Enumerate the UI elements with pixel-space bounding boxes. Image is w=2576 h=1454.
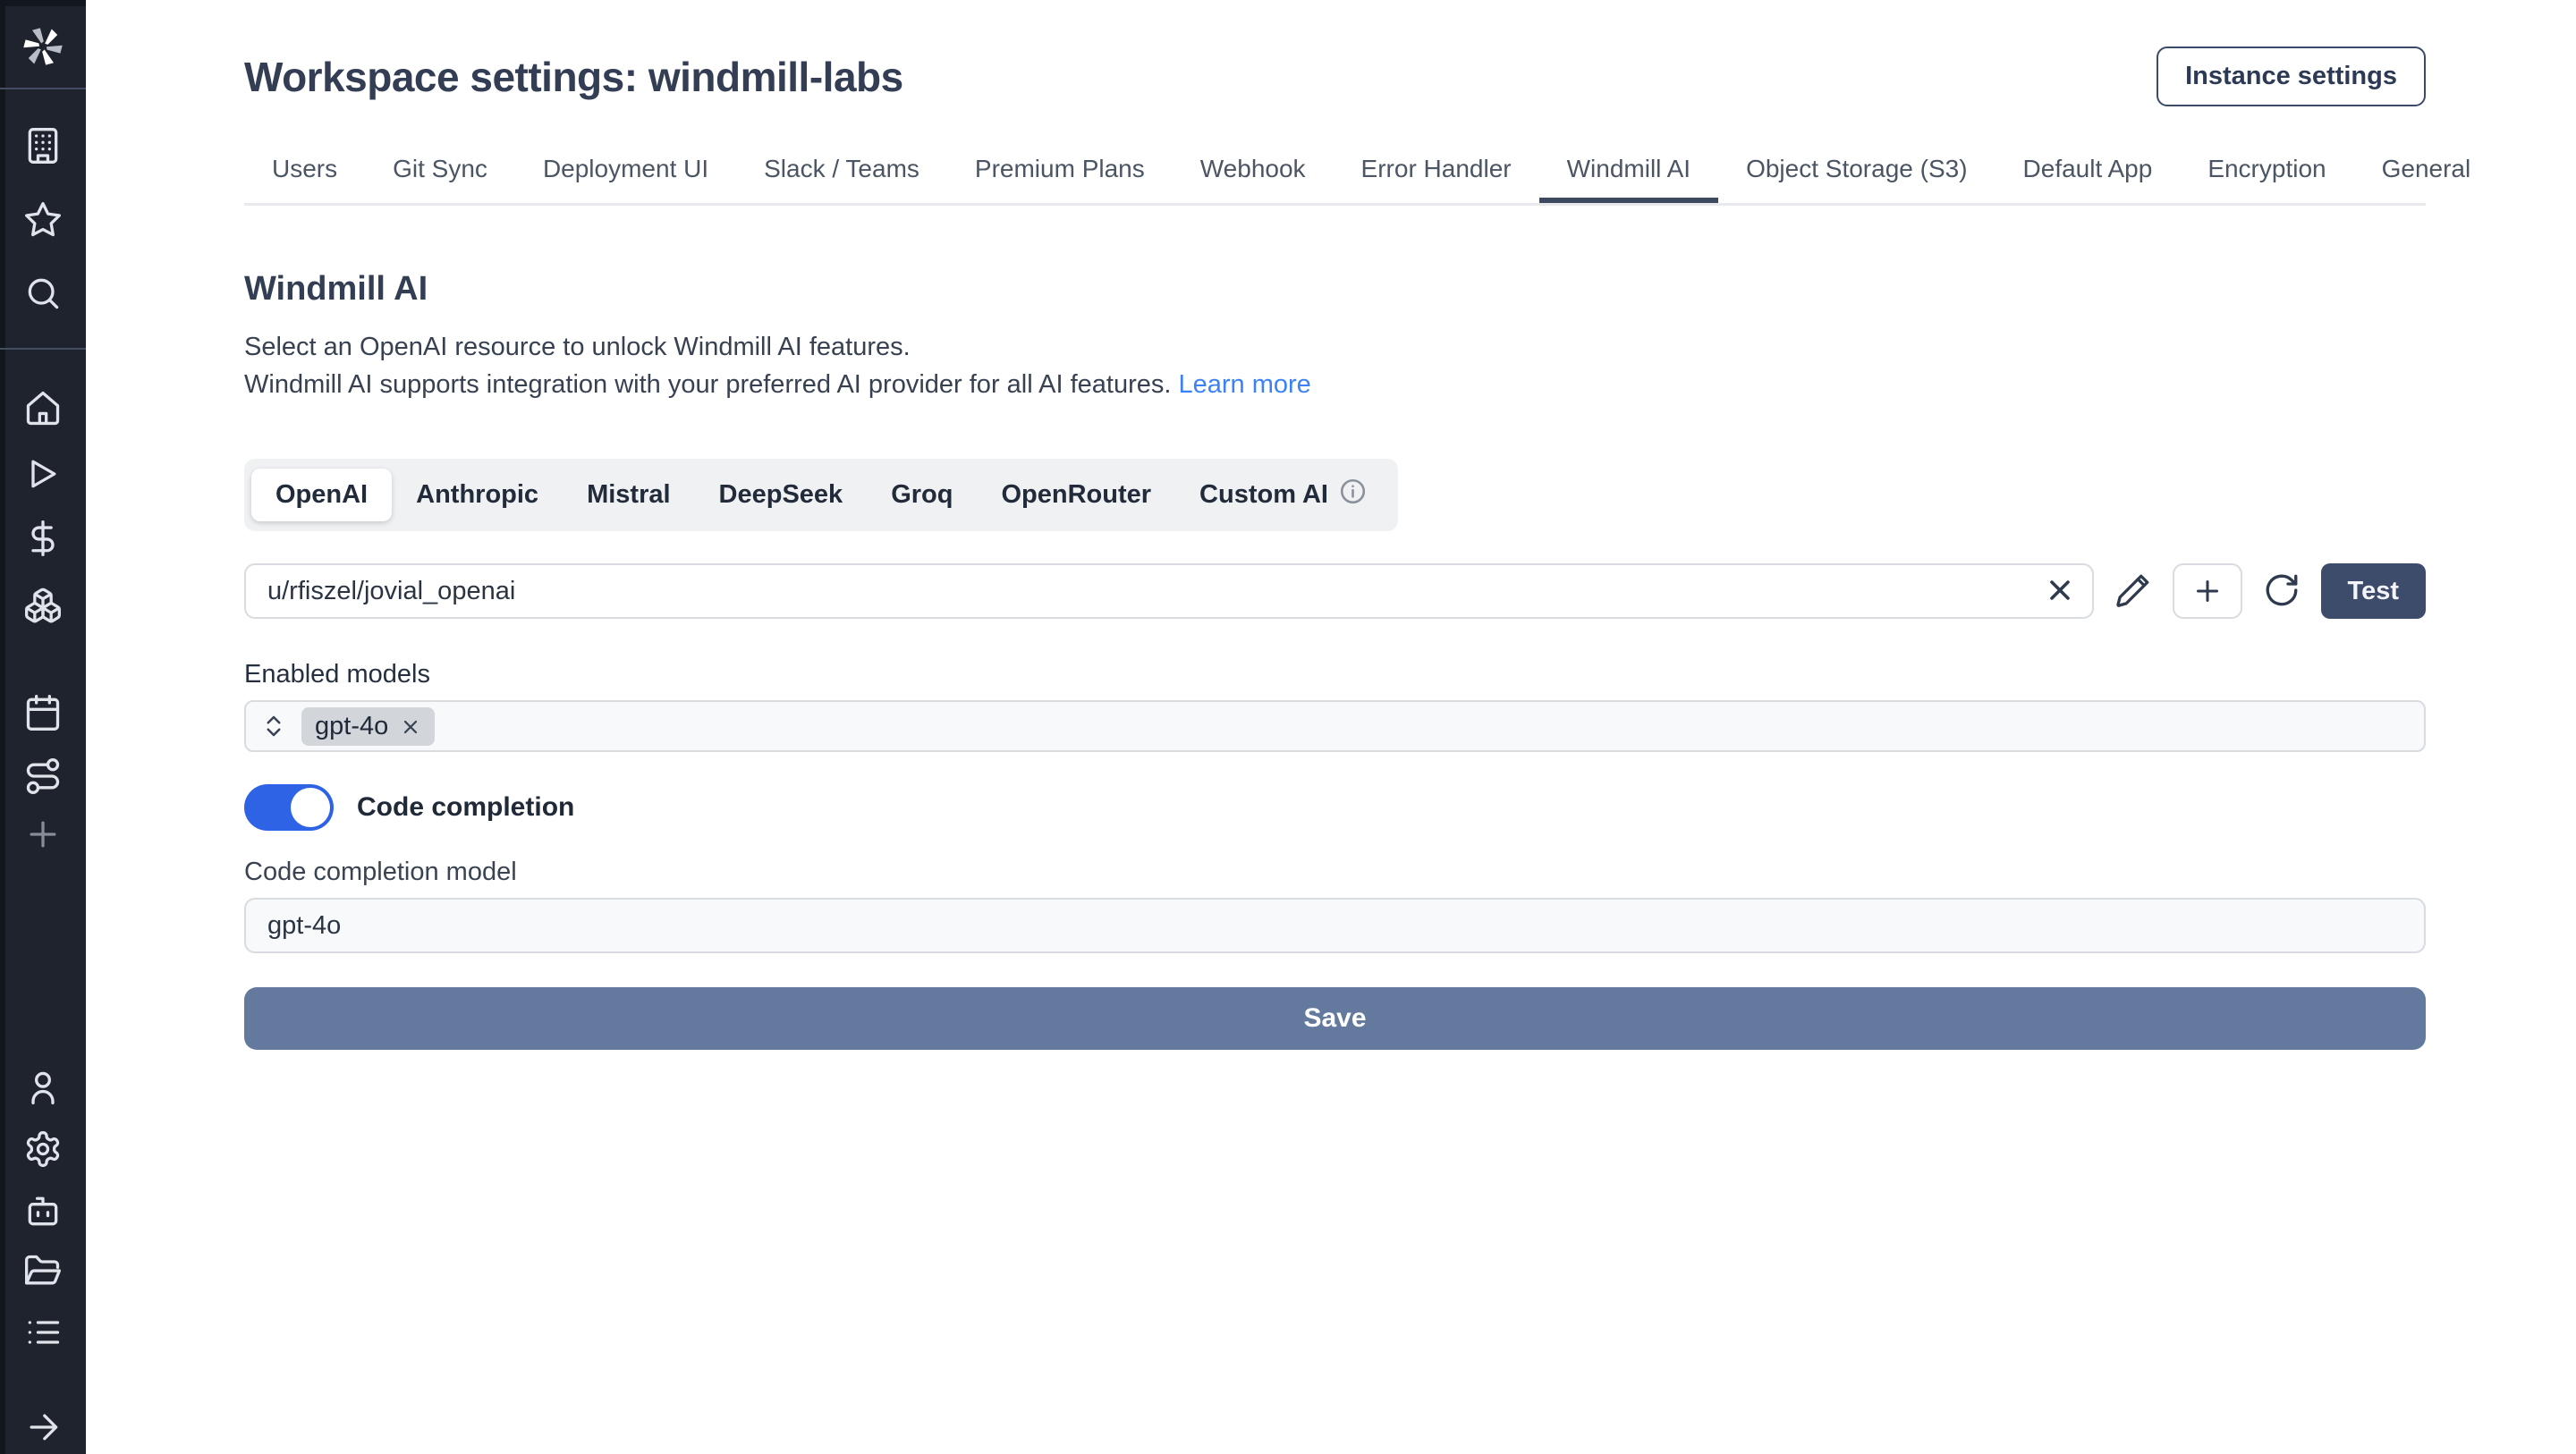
calendar-icon[interactable] bbox=[23, 693, 63, 732]
code-completion-model-label: Code completion model bbox=[244, 858, 2426, 887]
tab-deployment-ui[interactable]: Deployment UI bbox=[515, 155, 736, 203]
tab-users[interactable]: Users bbox=[244, 155, 365, 203]
toggle-knob bbox=[291, 788, 330, 827]
provider-tab-mistral[interactable]: Mistral bbox=[563, 469, 694, 521]
tab-default-app[interactable]: Default App bbox=[1996, 155, 2181, 203]
tab-git-sync[interactable]: Git Sync bbox=[365, 155, 515, 203]
tab-slack-teams[interactable]: Slack / Teams bbox=[736, 155, 947, 203]
settings-gear-icon[interactable] bbox=[23, 1129, 63, 1169]
tab-encryption[interactable]: Encryption bbox=[2180, 155, 2353, 203]
arrow-right-icon[interactable] bbox=[23, 1408, 63, 1447]
sidebar bbox=[0, 0, 86, 1454]
enabled-models-multiselect[interactable]: gpt-4o bbox=[244, 700, 2426, 752]
code-completion-label: Code completion bbox=[357, 792, 574, 823]
code-completion-toggle[interactable] bbox=[244, 784, 334, 831]
section-title: Windmill AI bbox=[244, 270, 2426, 309]
tab-webhook[interactable]: Webhook bbox=[1173, 155, 1334, 203]
sidebar-divider bbox=[0, 88, 86, 89]
search-icon[interactable] bbox=[23, 274, 63, 313]
learn-more-link[interactable]: Learn more bbox=[1179, 370, 1311, 399]
list-icon[interactable] bbox=[23, 1313, 63, 1352]
tab-error-handler[interactable]: Error Handler bbox=[1334, 155, 1539, 203]
model-tag[interactable]: gpt-4o bbox=[301, 707, 435, 746]
resource-picker-row: Test bbox=[244, 563, 2426, 619]
code-completion-model-input[interactable] bbox=[244, 898, 2426, 953]
settings-tabs: Users Git Sync Deployment UI Slack / Tea… bbox=[244, 155, 2426, 206]
dollar-icon[interactable] bbox=[23, 519, 63, 558]
section-description: Select an OpenAI resource to unlock Wind… bbox=[244, 328, 2426, 403]
pencil-icon[interactable] bbox=[2114, 571, 2153, 611]
provider-tab-deepseek[interactable]: DeepSeek bbox=[695, 469, 868, 521]
code-completion-row: Code completion bbox=[244, 784, 2426, 831]
description-line-1: Select an OpenAI resource to unlock Wind… bbox=[244, 328, 2426, 366]
provider-tab-label: Custom AI bbox=[1199, 480, 1328, 510]
remove-tag-x-icon[interactable] bbox=[400, 715, 421, 737]
tab-windmill-ai[interactable]: Windmill AI bbox=[1539, 155, 1718, 203]
folder-open-icon[interactable] bbox=[23, 1252, 63, 1291]
test-button[interactable]: Test bbox=[2321, 563, 2426, 619]
refresh-icon[interactable] bbox=[2262, 571, 2301, 611]
play-icon[interactable] bbox=[23, 454, 63, 494]
provider-tab-openai[interactable]: OpenAI bbox=[251, 469, 392, 521]
ai-provider-tabs: OpenAI Anthropic Mistral DeepSeek Groq O… bbox=[244, 459, 1398, 531]
resource-input-wrap bbox=[244, 563, 2094, 619]
clear-x-icon[interactable] bbox=[2042, 573, 2078, 609]
tab-premium-plans[interactable]: Premium Plans bbox=[947, 155, 1173, 203]
provider-tab-anthropic[interactable]: Anthropic bbox=[392, 469, 563, 521]
windmill-logo-icon[interactable] bbox=[20, 23, 66, 70]
provider-tab-openrouter[interactable]: OpenRouter bbox=[977, 469, 1175, 521]
user-icon[interactable] bbox=[23, 1068, 63, 1107]
sidebar-divider bbox=[0, 348, 86, 350]
route-icon[interactable] bbox=[23, 757, 63, 796]
add-resource-button[interactable] bbox=[2173, 563, 2242, 619]
description-line-2: Windmill AI supports integration with yo… bbox=[244, 366, 2426, 403]
tab-object-storage-s3[interactable]: Object Storage (S3) bbox=[1718, 155, 1995, 203]
openai-resource-input[interactable] bbox=[244, 563, 2094, 619]
building-icon[interactable] bbox=[23, 126, 63, 165]
provider-tab-groq[interactable]: Groq bbox=[867, 469, 977, 521]
plus-icon[interactable] bbox=[23, 815, 63, 854]
boxes-icon[interactable] bbox=[23, 586, 63, 625]
home-icon[interactable] bbox=[23, 388, 63, 427]
instance-settings-button[interactable]: Instance settings bbox=[2157, 46, 2426, 106]
plus-icon bbox=[2191, 575, 2224, 607]
page-title: Workspace settings: windmill-labs bbox=[244, 53, 903, 101]
save-button[interactable]: Save bbox=[244, 987, 2426, 1050]
provider-tab-custom-ai[interactable]: Custom AI bbox=[1175, 466, 1391, 524]
main-content: Workspace settings: windmill-labs Instan… bbox=[86, 46, 2576, 1050]
tab-general[interactable]: General bbox=[2354, 155, 2499, 203]
model-tag-label: gpt-4o bbox=[315, 712, 388, 741]
chevrons-up-down-icon[interactable] bbox=[260, 713, 287, 740]
enabled-models-label: Enabled models bbox=[244, 660, 2426, 689]
info-icon[interactable] bbox=[1339, 478, 1367, 512]
star-icon[interactable] bbox=[23, 200, 63, 240]
bot-icon[interactable] bbox=[23, 1191, 63, 1230]
